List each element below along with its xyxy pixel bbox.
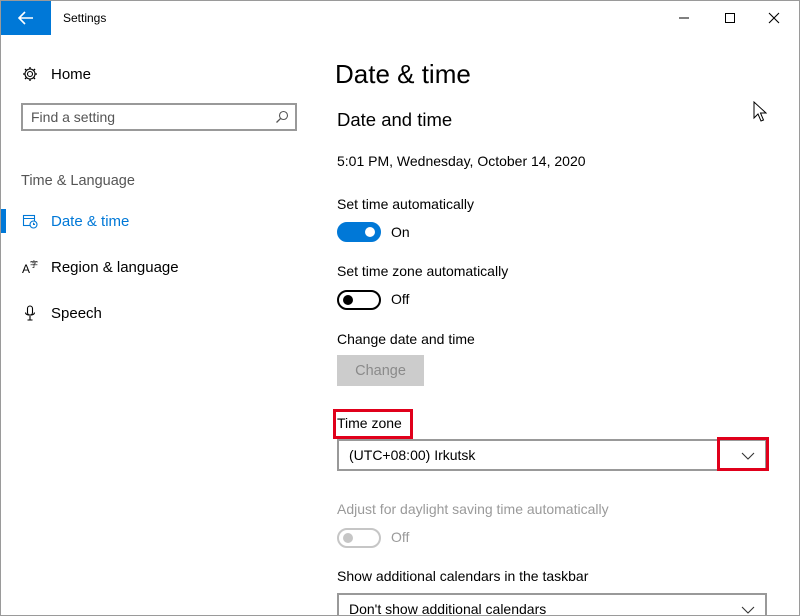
set-timezone-auto-state: Off: [391, 291, 410, 307]
daylight-saving-toggle[interactable]: [337, 528, 381, 548]
back-arrow-icon: [18, 11, 33, 25]
set-time-auto-label: Set time automatically: [337, 196, 474, 212]
daylight-saving-state: Off: [391, 529, 410, 545]
additional-calendars-value: Don't show additional calendars: [349, 601, 547, 616]
set-time-auto-state: On: [391, 224, 410, 240]
close-button[interactable]: [751, 1, 797, 35]
language-icon: A 字: [21, 258, 39, 276]
page-title: Date & time: [335, 59, 471, 89]
sidebar-item-date-time[interactable]: Date & time: [1, 201, 317, 241]
sidebar-item-speech[interactable]: Speech: [1, 293, 317, 333]
sidebar: Home Time & Language Date & time: [1, 35, 317, 615]
dropdown-arrow-highlight: [717, 437, 769, 471]
time-zone-dropdown[interactable]: (UTC+08:00) Irkutsk: [337, 439, 767, 471]
toggle-knob: [343, 533, 353, 543]
search-box[interactable]: [21, 103, 297, 131]
toggle-knob: [343, 295, 353, 305]
current-datetime: 5:01 PM, Wednesday, October 14, 2020: [337, 153, 586, 169]
section-title: Date and time: [337, 109, 453, 130]
change-datetime-label: Change date and time: [337, 331, 475, 347]
maximize-icon: [725, 13, 735, 23]
maximize-button[interactable]: [707, 1, 753, 35]
time-zone-label: Time zone: [337, 415, 402, 431]
back-button[interactable]: [1, 1, 51, 35]
chevron-down-icon[interactable]: [741, 605, 755, 615]
title-bar: Settings: [1, 1, 799, 35]
time-zone-value: (UTC+08:00) Irkutsk: [349, 447, 476, 463]
sidebar-item-label: Home: [51, 65, 92, 83]
window-title: Settings: [63, 11, 107, 25]
sidebar-item-label: Region & language: [51, 258, 179, 276]
search-icon[interactable]: [275, 110, 289, 124]
sidebar-item-label: Date & time: [51, 212, 130, 230]
settings-window: Settings Home Find a setting Time & Lang…: [0, 0, 800, 616]
calendar-clock-icon: [21, 212, 39, 230]
svg-text:字: 字: [30, 259, 38, 269]
additional-calendars-label: Show additional calendars in the taskbar: [337, 568, 589, 584]
additional-calendars-dropdown[interactable]: Don't show additional calendars: [337, 593, 767, 616]
set-timezone-auto-label: Set time zone automatically: [337, 263, 509, 279]
sidebar-item-label: Speech: [51, 304, 102, 322]
search-input[interactable]: [31, 108, 271, 126]
mouse-cursor-icon: [753, 101, 767, 122]
main-content: Date & time Date and time 5:01 PM, Wedne…: [317, 35, 799, 615]
toggle-knob: [365, 227, 375, 237]
sidebar-item-home[interactable]: Home: [1, 54, 317, 94]
sidebar-section-label: Time & Language: [21, 173, 135, 189]
set-timezone-auto-toggle[interactable]: [337, 290, 381, 310]
sidebar-item-region-language[interactable]: A 字 Region & language: [1, 247, 317, 287]
set-time-auto-toggle[interactable]: [337, 222, 381, 242]
svg-text:A: A: [22, 262, 30, 275]
minimize-button[interactable]: [661, 1, 707, 35]
change-button[interactable]: Change: [337, 355, 424, 386]
close-icon: [768, 12, 780, 24]
gear-icon: [21, 65, 39, 83]
minimize-icon: [679, 17, 689, 19]
microphone-icon: [21, 304, 39, 322]
daylight-saving-label: Adjust for daylight saving time automati…: [337, 501, 609, 517]
